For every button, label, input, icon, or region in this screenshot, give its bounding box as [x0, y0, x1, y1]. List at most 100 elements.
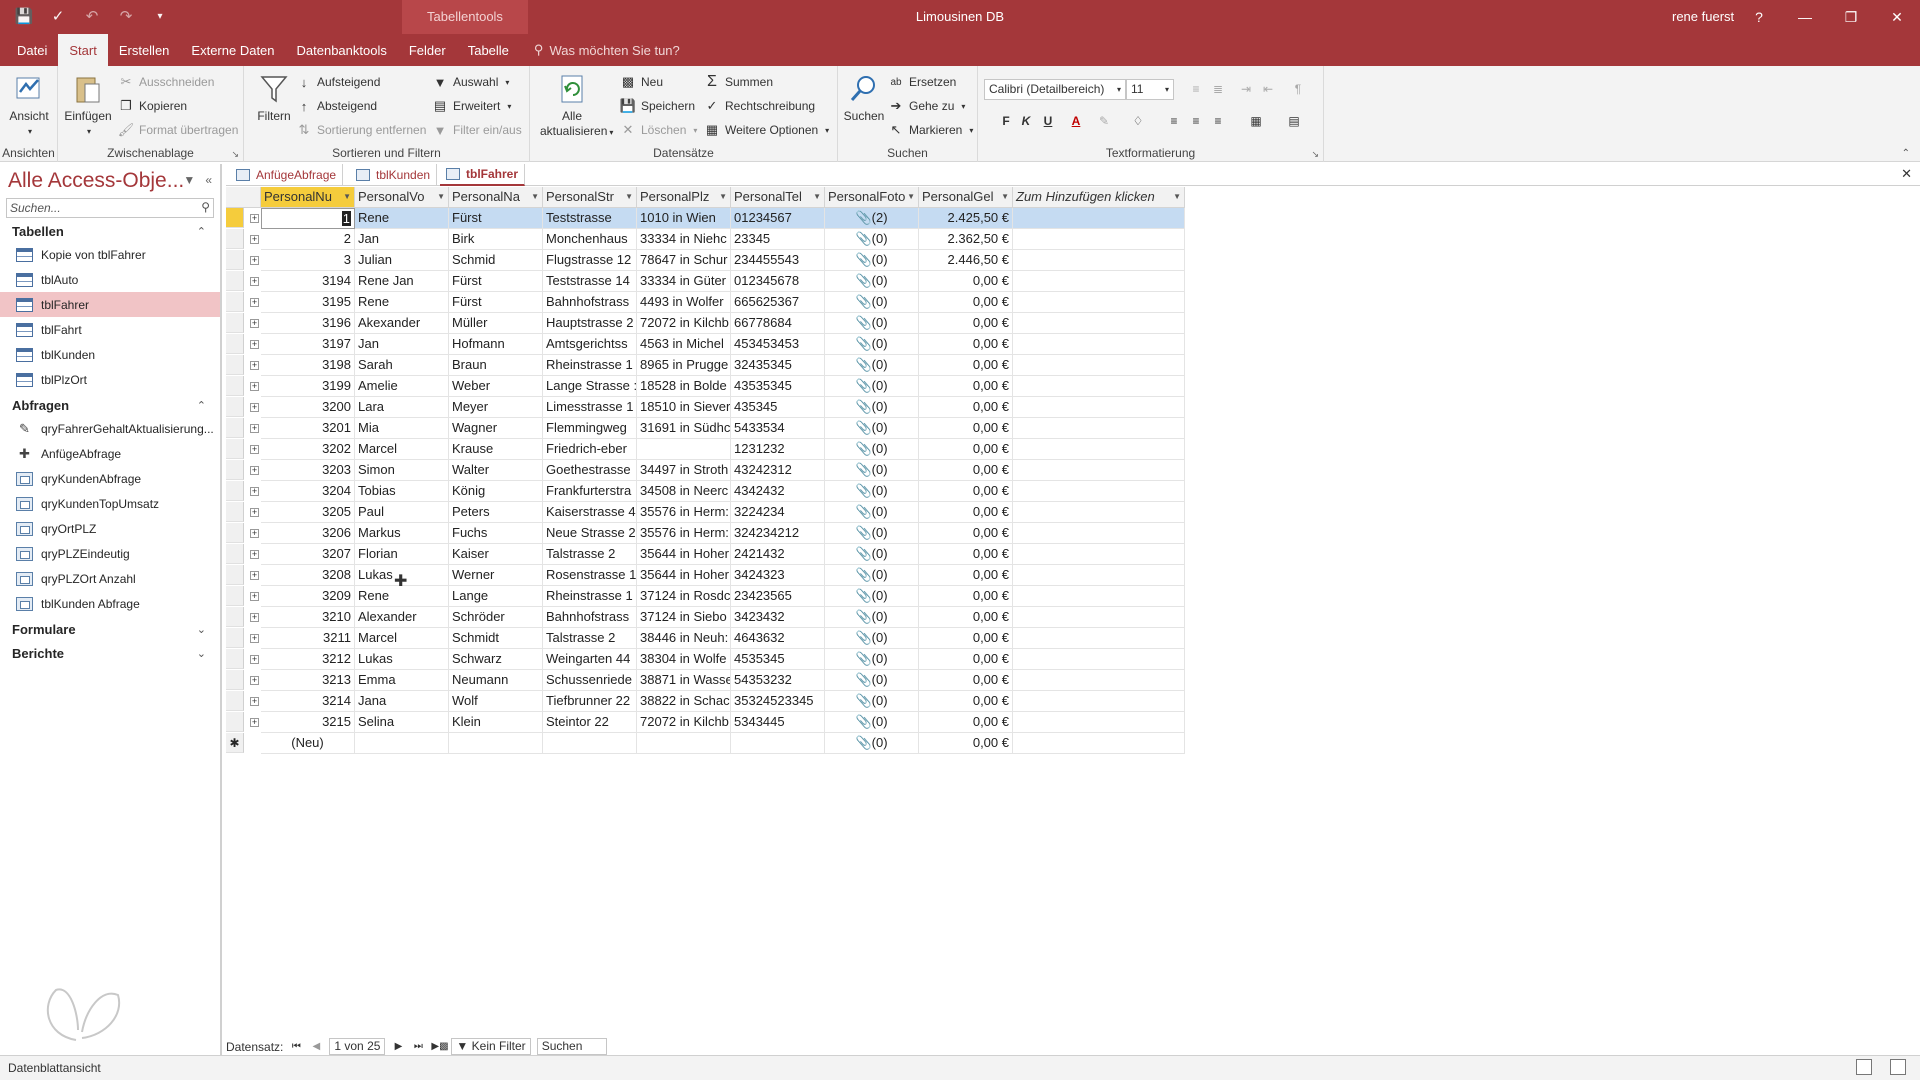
table-cell[interactable] — [1013, 313, 1185, 334]
table-cell[interactable]: 012345678 — [731, 271, 825, 292]
absteigend-button[interactable]: ↑ Absteigend — [296, 96, 377, 116]
table-cell[interactable]: 0,00 € — [919, 376, 1013, 397]
table-cell[interactable]: 3204 — [261, 481, 355, 502]
table-cell[interactable]: 38871 in Wasse — [637, 670, 731, 691]
table-cell[interactable]: Weingarten 44 — [543, 649, 637, 670]
table-cell[interactable]: Fürst — [449, 271, 543, 292]
expand-subdatasheet-icon[interactable]: + — [250, 256, 259, 265]
customize-qat-icon[interactable]: ▾ — [150, 6, 170, 26]
table-cell[interactable]: 0,00 € — [919, 418, 1013, 439]
row-selector[interactable] — [226, 565, 244, 585]
table-cell[interactable]: 18510 in Siever — [637, 397, 731, 418]
column-filter-arrow-icon[interactable]: ▼ — [719, 187, 727, 207]
table-cell[interactable]: 0,00 € — [919, 544, 1013, 565]
nav-item[interactable]: tblKunden Abfrage — [0, 591, 220, 616]
nav-item[interactable]: Kopie von tblFahrer — [0, 242, 220, 267]
user-name[interactable]: rene fuerst — [1672, 0, 1734, 33]
table-cell[interactable] — [1013, 271, 1185, 292]
ribbon-tab-datenbanktools[interactable]: Datenbanktools — [286, 34, 398, 66]
expand-subdatasheet-icon[interactable]: + — [250, 676, 259, 685]
table-cell[interactable]: 38446 in Neuh: — [637, 628, 731, 649]
row-selector[interactable] — [226, 586, 244, 606]
table-cell[interactable]: 3201 — [261, 418, 355, 439]
table-cell[interactable]: 3210 — [261, 607, 355, 628]
table-cell[interactable]: 📎(0) — [825, 229, 919, 250]
table-cell[interactable]: Fürst — [449, 292, 543, 313]
table-cell[interactable] — [637, 439, 731, 460]
restore-icon[interactable]: ❐ — [1828, 0, 1874, 34]
table-cell[interactable]: Selina — [355, 712, 449, 733]
align-left-icon[interactable]: ≡ — [1164, 111, 1184, 131]
table-cell[interactable]: Markus — [355, 523, 449, 544]
table-cell[interactable]: 📎(0) — [825, 586, 919, 607]
collapse-nav-icon[interactable]: « — [205, 173, 212, 187]
column-header[interactable]: PersonalTel ▼ — [731, 187, 825, 208]
filter-ein-aus-button[interactable]: ▼ Filter ein/aus — [432, 120, 522, 140]
nav-item[interactable]: tblAuto — [0, 267, 220, 292]
table-cell[interactable]: 18528 in Bolde — [637, 376, 731, 397]
expand-subdatasheet-icon[interactable]: + — [250, 445, 259, 454]
help-button[interactable]: ? — [1736, 0, 1782, 34]
table-cell[interactable]: Simon — [355, 460, 449, 481]
table-cell[interactable]: 3209 — [261, 586, 355, 607]
design-view-toggle-icon[interactable] — [1890, 1059, 1906, 1075]
tell-me-search[interactable]: ⚲ Was möchten Sie tun? — [520, 42, 680, 58]
table-cell[interactable]: 📎(0) — [825, 376, 919, 397]
table-cell[interactable]: 📎(0) — [825, 397, 919, 418]
nav-item[interactable]: ✎ qryFahrerGehaltAktualisierung... — [0, 416, 220, 441]
column-filter-arrow-icon[interactable]: ▼ — [1173, 187, 1181, 207]
nav-item[interactable]: tblFahrt — [0, 317, 220, 342]
table-cell[interactable]: 1 — [261, 208, 355, 229]
close-icon[interactable]: ✕ — [1874, 0, 1920, 34]
nav-section-tabellen[interactable]: Tabellen ⌃ — [0, 220, 220, 242]
table-cell[interactable] — [449, 733, 543, 754]
table-cell[interactable]: 📎(0) — [825, 250, 919, 271]
redo-icon[interactable]: ↷ — [116, 6, 136, 26]
table-cell[interactable]: 📎(0) — [825, 691, 919, 712]
row-selector[interactable] — [226, 208, 244, 228]
ribbon-tab-tabelle[interactable]: Tabelle — [457, 34, 520, 66]
row-selector[interactable] — [226, 250, 244, 270]
table-cell[interactable]: 📎(0) — [825, 712, 919, 733]
table-cell[interactable]: Lange Strasse : — [543, 376, 637, 397]
expand-chevron-icon[interactable]: ⌄ — [197, 623, 206, 636]
table-cell[interactable]: Steintor 22 — [543, 712, 637, 733]
rechtschreibung-button[interactable]: ✓ Rechtschreibung — [704, 96, 816, 116]
table-cell[interactable] — [1013, 628, 1185, 649]
table-cell[interactable]: 3196 — [261, 313, 355, 334]
ribbon-tab-felder[interactable]: Felder — [398, 34, 457, 66]
table-cell[interactable]: Limesstrasse 1 — [543, 397, 637, 418]
table-cell[interactable]: 2 — [261, 229, 355, 250]
table-cell[interactable]: Peters — [449, 502, 543, 523]
table-cell[interactable]: Friedrich-eber — [543, 439, 637, 460]
table-cell[interactable]: 4493 in Wolfer — [637, 292, 731, 313]
no-filter-button[interactable]: ▼ Kein Filter — [451, 1038, 531, 1055]
gehe-zu-button[interactable]: ➔ Gehe zu ▾ — [888, 96, 966, 116]
table-cell[interactable]: Goethestrasse — [543, 460, 637, 481]
table-cell[interactable]: 3212 — [261, 649, 355, 670]
weitere-optionen-button[interactable]: ▦ Weitere Optionen ▾ — [704, 120, 829, 140]
table-cell[interactable] — [543, 733, 637, 754]
nav-item[interactable]: qryKundenTopUmsatz — [0, 491, 220, 516]
row-selector[interactable] — [226, 628, 244, 648]
markieren-button[interactable]: ↖ Markieren ▾ — [888, 120, 974, 140]
table-cell[interactable]: Amtsgerichtss — [543, 334, 637, 355]
previous-record-icon[interactable]: ◀ — [309, 1041, 323, 1052]
table-cell[interactable] — [1013, 649, 1185, 670]
expand-subdatasheet-icon[interactable]: + — [250, 214, 259, 223]
table-cell[interactable] — [1013, 544, 1185, 565]
row-selector[interactable] — [226, 502, 244, 522]
column-header[interactable]: PersonalNu ▼ — [261, 187, 355, 208]
table-cell[interactable]: Rheinstrasse 1 — [543, 355, 637, 376]
table-cell[interactable]: 0,00 € — [919, 649, 1013, 670]
format-uebertragen-button[interactable]: 🖌 Format übertragen — [118, 120, 239, 140]
table-cell[interactable]: 📎(0) — [825, 649, 919, 670]
table-cell[interactable]: 35644 in Hoher — [637, 544, 731, 565]
bold-button[interactable]: F — [996, 111, 1016, 131]
table-cell[interactable]: 📎(0) — [825, 544, 919, 565]
row-selector[interactable] — [226, 397, 244, 417]
expand-subdatasheet-icon[interactable]: + — [250, 382, 259, 391]
sortierung-entfernen-button[interactable]: ⇅ Sortierung entfernen — [296, 120, 427, 140]
table-cell[interactable]: 📎(0) — [825, 670, 919, 691]
filtern-button[interactable]: Filtern — [248, 72, 300, 124]
